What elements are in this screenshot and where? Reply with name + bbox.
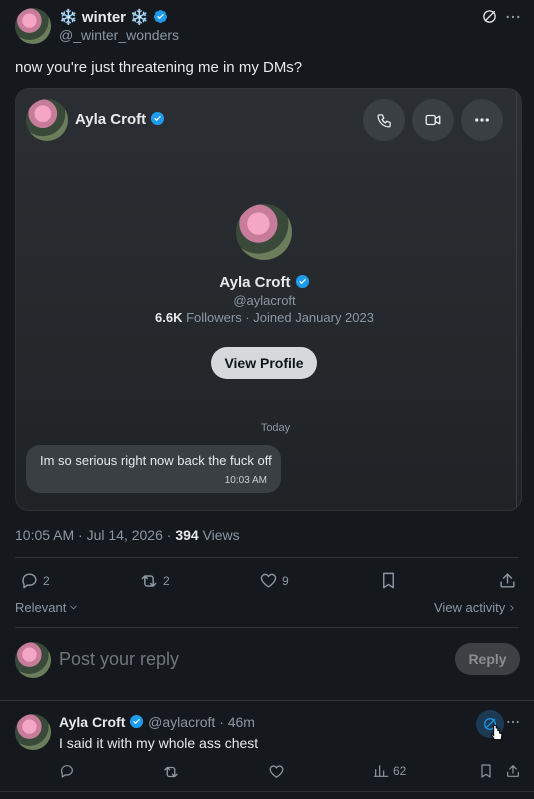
chevron-down-icon <box>70 605 77 610</box>
sort-label: Relevant <box>15 600 67 615</box>
view-profile-label: View Profile <box>224 355 304 371</box>
dm-header-name-row: Ayla Croft <box>75 111 165 128</box>
like-count: 9 <box>282 573 289 588</box>
divider <box>15 627 519 628</box>
followers-label: Followers · Joined January 2023 <box>186 310 374 325</box>
reply-views-count: 62 <box>393 764 407 778</box>
dm-header-name: Ayla Croft <box>75 111 147 128</box>
post-timestamp[interactable]: 10:05 AM · Jul 14, 2026 · <box>15 527 171 543</box>
heart-icon <box>260 573 277 588</box>
sort-dropdown[interactable]: Relevant <box>15 600 79 615</box>
dm-header-avatar <box>26 99 68 141</box>
verified-badge-icon <box>153 9 168 24</box>
author-name[interactable]: ❄️ winter ❄️ <box>59 9 149 26</box>
verified-badge-icon <box>295 274 309 289</box>
more-options-icon[interactable] <box>504 8 522 26</box>
dm-profile-handle: @aylacroft <box>233 293 296 308</box>
reply-author-avatar[interactable] <box>15 714 51 750</box>
grok-icon[interactable] <box>481 8 498 25</box>
reply-author-name[interactable]: Ayla Croft <box>59 714 125 730</box>
followers-count: 6.6K <box>155 310 183 325</box>
analytics-icon <box>373 765 389 777</box>
dm-screenshot-card[interactable]: Ayla Croft Ayla Croft @aylacroft 6.6K Fo… <box>15 88 522 511</box>
views-label: Views <box>202 527 240 543</box>
post-meta: 10:05 AM · Jul 14, 2026 · 394 Views <box>15 527 240 543</box>
repost-icon <box>141 575 157 587</box>
dm-video-button <box>412 99 454 141</box>
reply-icon <box>22 573 37 589</box>
dm-call-button <box>363 99 405 141</box>
reply-share-icon[interactable] <box>505 763 521 779</box>
verified-badge-icon <box>130 714 144 729</box>
reply-heart-icon[interactable] <box>268 763 285 780</box>
dm-profile-avatar <box>236 204 292 260</box>
like-action[interactable]: 9 <box>259 571 289 590</box>
reply-time[interactable]: · 46m <box>219 714 255 730</box>
author-avatar[interactable] <box>15 8 51 44</box>
dm-message-text: Im so serious right now back the fuck of… <box>40 453 272 468</box>
verified-badge-icon <box>151 111 165 126</box>
mouse-cursor-icon <box>490 725 503 741</box>
chevron-right-icon <box>510 604 514 611</box>
reply-button-label: Reply <box>468 651 507 667</box>
reply-text: I said it with my whole ass chest <box>59 735 259 751</box>
divider <box>0 700 534 701</box>
reply-author-handle[interactable]: @aylacroft <box>148 714 215 730</box>
dm-profile-name: Ayla Croft <box>219 274 291 291</box>
video-camera-icon <box>425 114 441 126</box>
views-count: 394 <box>175 527 199 543</box>
divider <box>15 557 519 558</box>
dm-message-bubble: Im so serious right now back the fuck of… <box>26 445 281 493</box>
repost-action[interactable]: 2 <box>139 571 170 591</box>
more-options-icon <box>475 118 489 122</box>
view-activity-link[interactable]: View activity <box>434 600 517 615</box>
dm-message-time: 10:03 AM <box>224 475 267 486</box>
dm-profile-stats: 6.6K Followers · Joined January 2023 <box>16 310 513 325</box>
reply-count: 2 <box>43 573 50 588</box>
view-profile-button: View Profile <box>211 347 317 379</box>
author-handle[interactable]: @_winter_wonders <box>59 27 179 43</box>
reply-reply-icon[interactable] <box>59 763 75 779</box>
divider <box>0 791 534 792</box>
reply-button[interactable]: Reply <box>455 643 520 675</box>
phone-icon <box>376 113 391 128</box>
dm-profile-name-row: Ayla Croft <box>16 274 513 291</box>
view-activity-label: View activity <box>434 600 506 615</box>
reply-repost-icon[interactable] <box>162 763 180 781</box>
reply-bookmark-icon[interactable] <box>478 763 494 779</box>
author-name-row[interactable]: ❄️ winter ❄️ <box>59 8 168 26</box>
share-icon[interactable] <box>498 571 517 590</box>
repost-count: 2 <box>163 574 170 588</box>
post-text: now you're just threatening me in my DMs… <box>15 59 303 76</box>
reply-action[interactable]: 2 <box>20 571 50 590</box>
reply-views-action[interactable]: 62 <box>373 763 406 779</box>
composer-avatar <box>15 642 51 678</box>
date-separator: Today <box>260 422 291 434</box>
reply-more-options-icon[interactable] <box>505 714 521 730</box>
dm-more-button <box>461 99 503 141</box>
reply-header: Ayla Croft @aylacroft · 46m <box>59 714 255 730</box>
reply-input[interactable]: Post your reply <box>59 649 179 670</box>
bookmark-icon[interactable] <box>379 571 398 590</box>
